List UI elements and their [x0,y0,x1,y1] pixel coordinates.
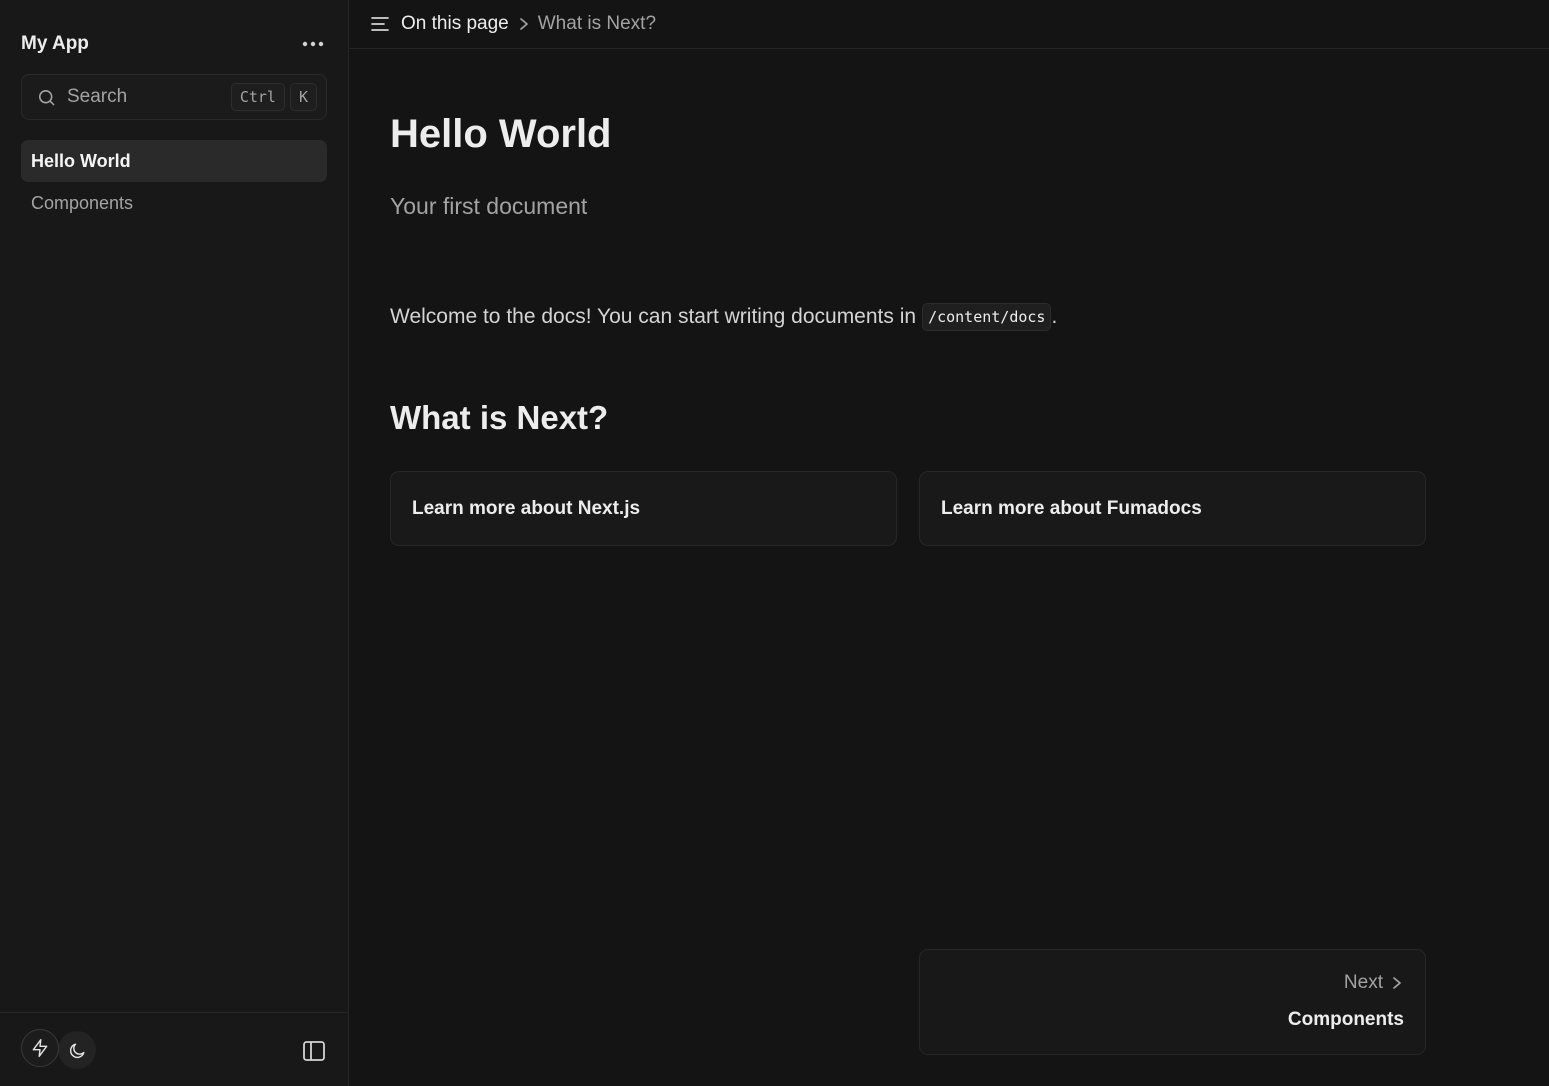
app-window: My App Search Ctrl K Hello World Compone… [0,0,1549,1086]
page-title: Hello World [390,112,612,156]
toc-breadcrumb-bar[interactable]: On this page What is Next? [349,0,1549,49]
inline-code: /content/docs [922,303,1052,331]
intro-paragraph: Welcome to the docs! You can start writi… [390,300,1057,334]
card-learn-fumadocs[interactable]: Learn more about Fumadocs [919,471,1426,546]
main-content: On this page What is Next? Hello World Y… [349,0,1549,1086]
intro-text: Welcome to the docs! You can start writi… [390,305,917,328]
sidebar-item-components[interactable]: Components [21,182,327,224]
next-page-title: Components [1287,1009,1404,1030]
toc-label: On this page [401,13,509,34]
card-learn-nextjs[interactable]: Learn more about Next.js [390,471,897,546]
list-icon [370,14,390,34]
search-label: Search [67,86,128,107]
sidebar-header: My App [21,30,327,58]
next-label: Next [1343,972,1383,993]
next-page-button[interactable]: Next Components [919,949,1426,1055]
page-description: Your first document [390,193,588,219]
more-options-icon[interactable] [299,32,327,56]
bolt-icon[interactable] [21,1029,59,1067]
current-section-label: What is Next? [537,13,657,34]
search-icon [36,87,56,107]
search-button[interactable]: Search Ctrl K [21,74,327,120]
moon-icon[interactable] [58,1031,96,1069]
sidebar-nav: Hello World Components [21,140,327,224]
shortcut-key-ctrl: Ctrl [230,83,285,111]
shortcut-key-k: K [289,83,317,111]
next-label-row: Next [1344,972,1405,994]
chevron-right-icon [1389,975,1405,991]
theme-toggle[interactable] [21,1029,97,1069]
sidebar-footer [0,1012,348,1086]
chevron-right-icon [516,16,532,32]
section-heading-what-is-next: What is Next? [390,399,609,436]
sidebar: My App Search Ctrl K Hello World Compone… [0,0,349,1086]
sidebar-item-hello-world[interactable]: Hello World [21,140,327,182]
app-name[interactable]: My App [21,33,89,55]
sidebar-toggle-icon[interactable] [300,1037,328,1065]
intro-suffix: . [1051,305,1058,328]
